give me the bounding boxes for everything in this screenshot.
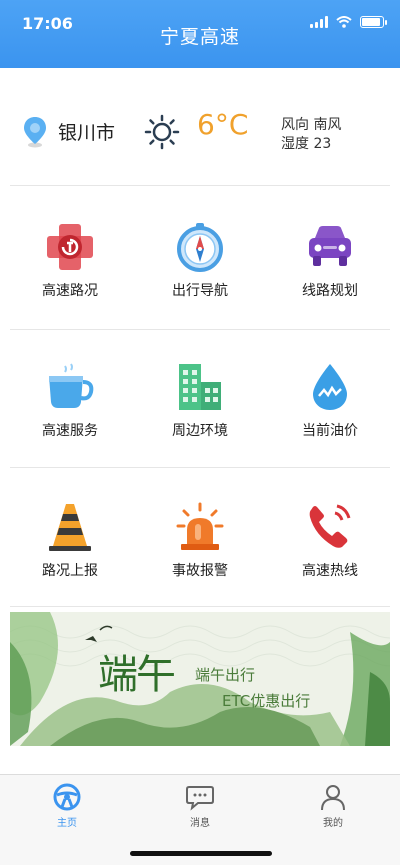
divider	[10, 185, 390, 186]
home-indicator	[130, 851, 272, 856]
divider	[10, 606, 390, 607]
weather-panel: 银川市 6°C 风向 南风 湿度 23	[0, 100, 400, 170]
tab-label: 消息	[190, 818, 210, 829]
grid-item-navigation[interactable]: 出行导航	[140, 222, 260, 332]
banner-line2: ETC优惠出行	[222, 692, 311, 710]
tab-home[interactable]: 主页	[27, 783, 107, 829]
grid-item-label: 线路规划	[302, 283, 358, 299]
user-icon	[321, 785, 345, 811]
phone-icon	[309, 504, 351, 548]
buildings-icon	[179, 364, 221, 410]
sunny-icon	[144, 114, 180, 150]
grid-item-highway-service[interactable]: 高速服务	[10, 362, 130, 472]
traffic-cone-icon	[49, 504, 91, 551]
grid-item-route-planning[interactable]: 线路规划	[270, 222, 390, 332]
grid-item-label: 路况上报	[42, 563, 98, 579]
grid-item-label: 事故报警	[172, 563, 228, 579]
alarm-light-icon	[176, 502, 224, 550]
wind-direction: 风向 南风	[281, 117, 342, 133]
steering-wheel-icon	[53, 783, 81, 811]
location-pin-icon	[24, 117, 46, 148]
grid-item-report-traffic[interactable]: 路况上报	[10, 502, 130, 612]
tab-label: 我的	[323, 818, 343, 829]
city-name: 银川市	[58, 122, 116, 144]
promo-banner[interactable]: 端午 端午出行 ETC优惠出行	[10, 612, 390, 746]
tab-label: 主页	[57, 818, 77, 829]
grid-item-label: 当前油价	[302, 423, 358, 439]
grid-item-oil-price[interactable]: 当前油价	[270, 362, 390, 472]
traffic-status-icon	[47, 224, 93, 270]
grid-item-traffic-status[interactable]: 高速路况	[10, 222, 130, 332]
grid-item-accident-alarm[interactable]: 事故报警	[140, 502, 260, 612]
message-icon	[186, 786, 214, 811]
grid-item-label: 高速路况	[42, 283, 98, 299]
oil-drop-icon	[313, 364, 347, 410]
divider	[10, 467, 390, 468]
cup-icon	[49, 363, 94, 408]
grid-item-label: 高速服务	[42, 423, 98, 439]
banner-title: 端午	[98, 652, 176, 698]
page-title: 宁夏高速	[159, 26, 240, 48]
grid-item-label: 高速热线	[302, 563, 358, 579]
car-icon	[309, 226, 351, 266]
compass-icon	[177, 223, 223, 272]
app-header: 17:06 宁夏高速	[0, 0, 400, 68]
grid-item-surroundings[interactable]: 周边环境	[140, 362, 260, 472]
grid-item-label: 出行导航	[172, 283, 228, 299]
tab-profile[interactable]: 我的	[293, 783, 373, 829]
grid-item-label: 周边环境	[172, 423, 228, 439]
grid-item-hotline[interactable]: 高速热线	[270, 502, 390, 612]
banner-line1: 端午出行	[195, 666, 256, 684]
humidity: 湿度 23	[281, 136, 332, 152]
divider	[10, 329, 390, 330]
temperature: 6°C	[197, 108, 249, 141]
tab-messages[interactable]: 消息	[160, 783, 240, 829]
